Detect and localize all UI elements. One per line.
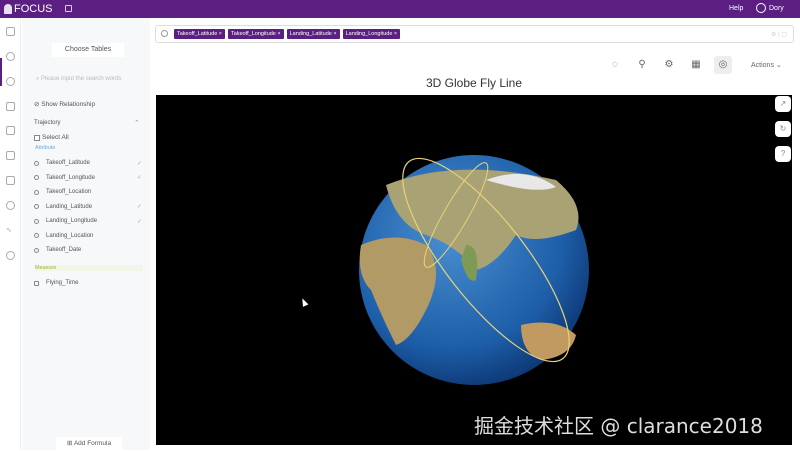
comment-icon[interactable]: ◌ xyxy=(608,58,622,72)
measure-item[interactable]: Flying_Time xyxy=(34,280,142,286)
attribute-item[interactable]: Takeoff_Longitude ✓ xyxy=(34,175,142,181)
attribute-item[interactable]: Landing_Location xyxy=(34,233,142,239)
active-indicator xyxy=(0,58,2,86)
attribute-name: Takeoff_Date xyxy=(46,247,82,253)
check-icon: ✓ xyxy=(136,204,142,210)
attribute-icon xyxy=(34,189,39,195)
remove-tag-icon[interactable]: × xyxy=(219,31,222,37)
search-placeholder: Please input the search words xyxy=(41,76,122,82)
collapse-sidebar-icon[interactable] xyxy=(65,5,72,12)
select-all-checkbox[interactable]: Select All xyxy=(34,134,69,141)
app-name: FOCUS xyxy=(14,3,53,15)
checkbox-icon xyxy=(34,134,40,141)
attribute-item[interactable]: Takeoff_Location xyxy=(34,189,142,195)
choose-tables-button[interactable]: Choose Tables xyxy=(52,43,124,57)
remove-tag-icon[interactable]: × xyxy=(394,31,397,37)
attribute-icon xyxy=(34,233,39,238)
nav-rail: ∿ xyxy=(0,18,21,450)
data-panel: Choose Tables ⌕ Please input the search … xyxy=(22,18,150,451)
select-all-label: Select All xyxy=(42,134,69,141)
attribute-name: Takeoff_Longitude xyxy=(46,174,95,181)
clipboard-icon[interactable] xyxy=(6,176,15,185)
table-name: Trajectory xyxy=(34,120,61,126)
tag-label: Takeoff_Longitude xyxy=(231,31,276,37)
settings-icon[interactable]: ⚙ xyxy=(662,58,676,72)
globe-canvas[interactable] xyxy=(156,95,792,445)
user-name: Dory xyxy=(769,4,784,12)
attribute-name: Takeoff_Location xyxy=(46,189,92,195)
actions-dropdown[interactable]: Actions ⌄ xyxy=(751,61,782,69)
attribute-item[interactable]: Takeoff_Date xyxy=(34,247,142,253)
help-link[interactable]: Help xyxy=(729,5,743,12)
check-icon: ✓ xyxy=(136,218,142,225)
check-icon: ✓ xyxy=(136,160,142,167)
field-search-input[interactable]: ⌕ Please input the search words xyxy=(36,76,121,83)
home-icon[interactable] xyxy=(6,27,15,36)
measure-name: Flying_Time xyxy=(46,280,79,286)
attribute-item[interactable]: Landing_Latitude ✓ xyxy=(34,204,142,210)
table-icon[interactable]: ▦ xyxy=(689,58,703,72)
add-formula-label: Add Formula xyxy=(73,440,112,447)
attribute-item[interactable]: Takeoff_Latitude ✓ xyxy=(34,160,142,167)
remove-tag-icon[interactable]: × xyxy=(277,31,280,37)
user-menu[interactable]: Dory xyxy=(756,3,784,13)
tag-label: Takeoff_Latitude xyxy=(177,31,218,37)
query-tag[interactable]: Landing_Longitude × xyxy=(342,29,401,39)
attribute-name: Landing_Longitude xyxy=(46,218,98,224)
attribute-icon xyxy=(34,160,39,166)
chevron-up-icon[interactable]: ⌃ xyxy=(134,119,140,127)
chart-title: 3D Globe Fly Line xyxy=(425,76,523,90)
query-bar[interactable]: Takeoff_Latitude × Takeoff_Longitude × Lan… xyxy=(155,25,794,43)
measure-section: Measure xyxy=(35,265,143,271)
logo-icon xyxy=(4,4,12,14)
attribute-name: Takeoff_Latitude xyxy=(46,160,90,166)
tag-label: Landing_Longitude xyxy=(345,31,393,37)
search-icon[interactable] xyxy=(6,52,15,61)
attribute-icon xyxy=(34,175,39,180)
show-relationship-label: Show Relationship xyxy=(41,101,96,108)
grid-icon[interactable] xyxy=(6,126,15,135)
avatar-icon xyxy=(756,3,766,13)
pulse-icon[interactable]: ∿ xyxy=(6,226,15,235)
measure-icon xyxy=(34,280,39,286)
settings-icon[interactable] xyxy=(6,251,15,260)
add-formula-button[interactable]: ⊞ Add Formula xyxy=(56,437,122,451)
watermark: 掘金技术社区 @ clarance2018 xyxy=(474,414,763,438)
help-icon[interactable]: ? xyxy=(775,146,791,162)
chart-trend-icon[interactable]: ↗ xyxy=(775,96,791,112)
attribute-name: Landing_Location xyxy=(46,232,94,239)
attribute-name: Landing_Latitude xyxy=(46,203,93,210)
logo: FOCUS xyxy=(4,3,53,15)
user-icon[interactable] xyxy=(6,201,15,210)
globe-svg xyxy=(359,155,589,385)
question-icon[interactable] xyxy=(6,77,15,86)
query-tag[interactable]: Landing_Latitude × xyxy=(286,29,340,39)
search-icon xyxy=(161,30,168,37)
check-icon: ✓ xyxy=(136,175,142,181)
actions-label: Actions xyxy=(751,62,774,69)
refresh-icon[interactable]: ↻ xyxy=(775,121,791,137)
remove-tag-icon[interactable]: × xyxy=(333,31,336,37)
attribute-section: Attribute xyxy=(35,145,56,151)
monitor-icon[interactable] xyxy=(6,102,15,111)
tag-label: Landing_Latitude xyxy=(289,31,332,37)
chart-type-icon[interactable]: ◎ xyxy=(714,56,732,74)
top-bar: FOCUS Help Dory xyxy=(0,0,800,18)
pin-icon[interactable]: ⚲ xyxy=(635,58,649,72)
query-options-icon[interactable]: ⚙ | ▢ xyxy=(771,31,787,38)
attribute-item[interactable]: Landing_Longitude ✓ xyxy=(34,218,142,225)
attribute-icon xyxy=(34,218,39,224)
minus-box-icon[interactable] xyxy=(6,151,15,160)
attribute-icon xyxy=(34,247,39,253)
show-relationship-button[interactable]: ⊘ Show Relationship xyxy=(34,100,95,108)
attribute-icon xyxy=(34,204,39,209)
query-tag[interactable]: Takeoff_Latitude × xyxy=(174,29,226,39)
query-tag[interactable]: Takeoff_Longitude × xyxy=(228,29,284,39)
